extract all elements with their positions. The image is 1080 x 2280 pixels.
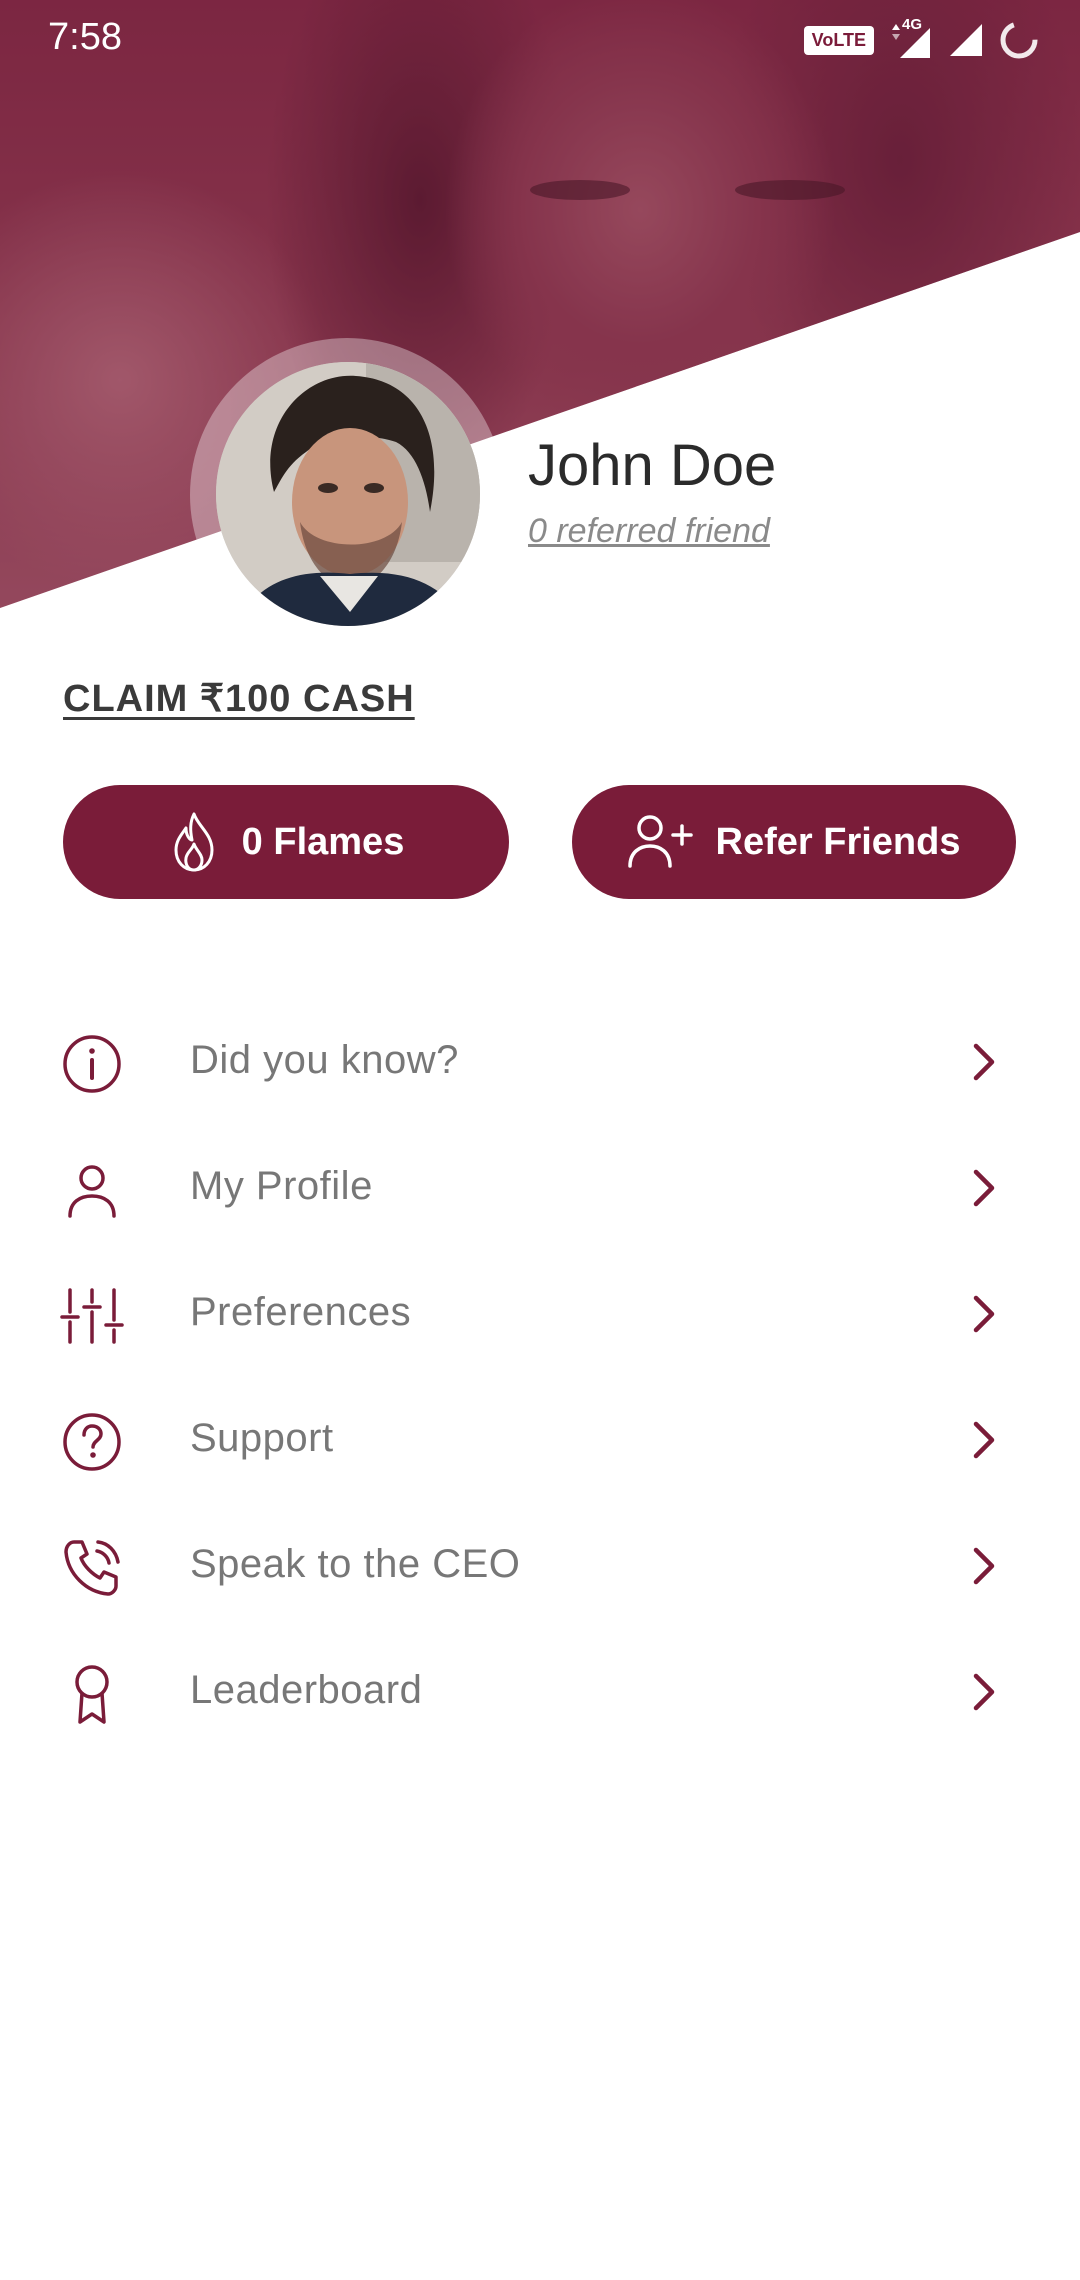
phone-call-icon bbox=[64, 1540, 120, 1596]
signal-icon bbox=[950, 24, 982, 56]
avatar[interactable] bbox=[216, 362, 480, 626]
menu-item-my-profile[interactable]: My Profile bbox=[0, 1126, 1080, 1252]
claim-cash-link[interactable]: CLAIM ₹100 CASH bbox=[63, 676, 415, 721]
info-icon bbox=[63, 1035, 121, 1093]
status-bar: 7:58 VoLTE 4G bbox=[0, 0, 1080, 80]
loading-icon bbox=[1000, 21, 1038, 59]
refer-friends-button[interactable]: Refer Friends bbox=[572, 785, 1016, 899]
user-icon bbox=[68, 1165, 116, 1218]
referred-friends-link[interactable]: 0 referred friend bbox=[528, 512, 770, 551]
menu-item-leaderboard[interactable]: Leaderboard bbox=[0, 1630, 1080, 1756]
volte-icon: VoLTE bbox=[803, 25, 874, 55]
avatar-photo bbox=[216, 362, 480, 626]
menu-item-label: Leaderboard bbox=[190, 1668, 423, 1712]
hero-photo-detail bbox=[530, 180, 845, 200]
menu-item-label: Did you know? bbox=[190, 1038, 459, 1082]
menu-item-support[interactable]: Support bbox=[0, 1378, 1080, 1504]
add-user-icon bbox=[627, 815, 693, 868]
chevron-right-icon bbox=[973, 1043, 995, 1081]
network-type-label: 4G bbox=[902, 16, 923, 33]
menu-item-did-you-know[interactable]: Did you know? bbox=[0, 1000, 1080, 1126]
menu-item-preferences[interactable]: Preferences bbox=[0, 1252, 1080, 1378]
status-time: 7:58 bbox=[48, 16, 122, 58]
user-name: John Doe bbox=[528, 433, 777, 498]
menu-item-label: My Profile bbox=[190, 1164, 373, 1208]
chevron-right-icon bbox=[973, 1295, 995, 1333]
award-icon bbox=[75, 1665, 109, 1724]
menu-item-label: Speak to the CEO bbox=[190, 1542, 521, 1586]
menu-item-label: Preferences bbox=[190, 1290, 412, 1334]
menu-item-label: Support bbox=[190, 1416, 334, 1460]
flames-button[interactable]: 0 Flames bbox=[63, 785, 509, 899]
help-circle-icon bbox=[63, 1413, 121, 1471]
profile-screen: 7:58 VoLTE 4G John Doe 0 referred friend… bbox=[0, 0, 1080, 2280]
flame-icon bbox=[174, 812, 214, 872]
chevron-right-icon bbox=[973, 1169, 995, 1207]
chevron-right-icon bbox=[973, 1547, 995, 1585]
signal-4g-icon: 4G bbox=[888, 16, 934, 60]
status-icons: VoLTE 4G bbox=[803, 16, 1040, 62]
menu-item-speak-to-ceo[interactable]: Speak to the CEO bbox=[0, 1504, 1080, 1630]
chevron-right-icon bbox=[973, 1421, 995, 1459]
chevron-right-icon bbox=[973, 1673, 995, 1711]
refer-friends-button-label: Refer Friends bbox=[715, 820, 961, 863]
sliders-icon bbox=[60, 1288, 124, 1344]
flames-button-label: 0 Flames bbox=[241, 820, 405, 863]
